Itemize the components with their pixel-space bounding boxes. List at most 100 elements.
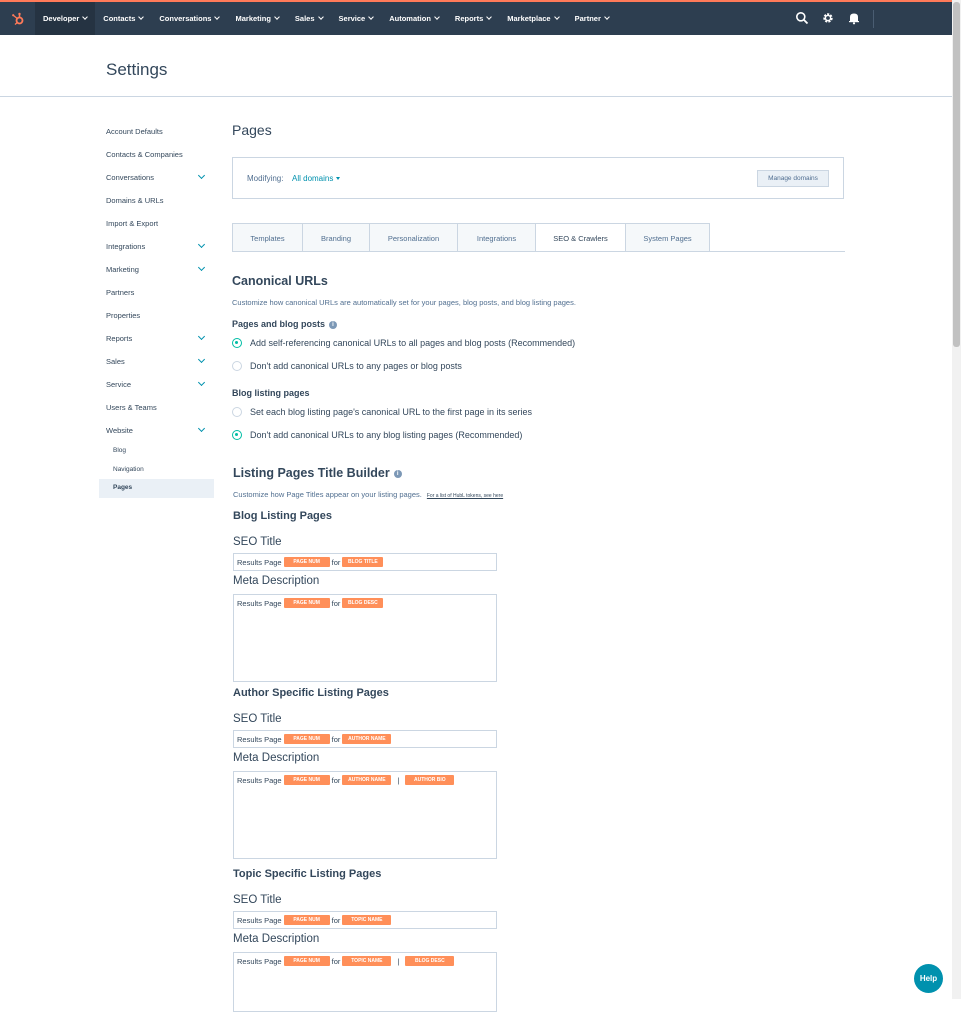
- nav-developer[interactable]: Developer: [35, 2, 96, 35]
- sidebar-item-partners[interactable]: Partners: [99, 281, 214, 304]
- tab-templates[interactable]: Templates: [232, 223, 303, 252]
- bell-icon[interactable]: [847, 11, 861, 25]
- section-title: Pages: [232, 122, 272, 138]
- chevron-down-icon[interactable]: [197, 240, 206, 249]
- sidebar-item-import-export[interactable]: Import & Export: [99, 212, 214, 235]
- token-author-name[interactable]: AUTHOR NAME: [342, 775, 392, 785]
- token-topic-name[interactable]: TOPIC NAME: [342, 915, 392, 925]
- sidebar-item-reports[interactable]: Reports: [99, 327, 214, 350]
- token-page-num[interactable]: PAGE NUM: [283, 956, 330, 966]
- seo-title-label: SEO Title: [233, 894, 282, 906]
- token-line: Results Page PAGE NUM for AUTHOR NAME: [237, 734, 393, 744]
- chevron-down-icon[interactable]: [197, 263, 206, 272]
- page-title: Settings: [106, 60, 168, 79]
- chevron-down-icon: [368, 14, 375, 20]
- tab-seo-crawlers[interactable]: SEO & Crawlers: [536, 223, 626, 252]
- nav-marketing[interactable]: Marketing: [227, 2, 286, 35]
- nav-partner[interactable]: Partner: [567, 2, 617, 35]
- domain-dropdown[interactable]: All domains: [292, 174, 341, 183]
- manage-domains-button[interactable]: Manage domains: [757, 170, 829, 187]
- tab-personalization[interactable]: Personalization: [370, 223, 458, 252]
- topic-listing-heading: Topic Specific Listing Pages: [233, 868, 382, 880]
- radio-listing-no-canonical[interactable]: Don't add canonical URLs to any blog lis…: [232, 430, 522, 440]
- sidebar-item-contacts-companies[interactable]: Contacts & Companies: [99, 143, 214, 166]
- sidebar-item-domains-urls[interactable]: Domains & URLs: [99, 189, 214, 212]
- tab-system-pages[interactable]: System Pages: [626, 223, 710, 252]
- sidebar-item-website[interactable]: Website: [99, 419, 214, 442]
- token-page-num[interactable]: PAGE NUM: [283, 557, 330, 567]
- meta-description-label: Meta Description: [233, 933, 320, 945]
- info-icon[interactable]: i: [329, 320, 338, 329]
- chevron-down-icon[interactable]: [197, 332, 206, 341]
- token-page-num[interactable]: PAGE NUM: [283, 915, 330, 925]
- radio-pages-no-canonical[interactable]: Don't add canonical URLs to any pages or…: [232, 361, 462, 371]
- radio-label: Add self-referencing canonical URLs to a…: [250, 338, 576, 348]
- sidebar-item-service[interactable]: Service: [99, 373, 214, 396]
- radio-unselected-icon[interactable]: [232, 361, 242, 371]
- radio-label: Don't add canonical URLs to any blog lis…: [250, 430, 523, 440]
- token-author-name[interactable]: AUTHOR NAME: [342, 734, 392, 744]
- help-button[interactable]: Help: [914, 964, 943, 993]
- scrollbar-thumb[interactable]: [953, 2, 960, 347]
- token-blog-desc[interactable]: BLOG DESC: [342, 598, 384, 608]
- hubl-tokens-link[interactable]: For a list of HubL tokens, see here: [427, 493, 503, 499]
- search-icon[interactable]: [795, 11, 809, 25]
- chevron-down-icon[interactable]: [197, 378, 206, 387]
- token-page-num[interactable]: PAGE NUM: [283, 775, 330, 785]
- sidebar-item-label: Marketing: [106, 265, 139, 274]
- nav-reports[interactable]: Reports: [447, 2, 499, 35]
- sidebar-item-properties[interactable]: Properties: [99, 304, 214, 327]
- sidebar-item-label: Website: [106, 426, 133, 435]
- author-seo-title-field[interactable]: Results Page PAGE NUM for AUTHOR NAME: [233, 730, 497, 748]
- tab-integrations[interactable]: Integrations: [458, 223, 536, 252]
- top-navigation-bar: Developer Contacts Conversations Marketi…: [0, 0, 952, 35]
- nav-conversations[interactable]: Conversations: [151, 2, 227, 35]
- token-line: Results Page PAGE NUM for TOPIC NAME | B…: [237, 956, 456, 966]
- chevron-down-icon[interactable]: [197, 171, 206, 180]
- nav-marketplace[interactable]: Marketplace: [499, 2, 566, 35]
- sidebar-item-sales[interactable]: Sales: [99, 350, 214, 373]
- token-line: Results Page PAGE NUM for TOPIC NAME: [237, 915, 393, 925]
- token-page-num[interactable]: PAGE NUM: [283, 734, 330, 744]
- title-builder-heading: Listing Pages Title Builder i: [233, 466, 402, 480]
- sidebar-item-conversations[interactable]: Conversations: [99, 166, 214, 189]
- sidebar-item-label: Reports: [106, 334, 133, 343]
- chevron-down-icon[interactable]: [197, 424, 206, 433]
- radio-selected-icon[interactable]: [232, 430, 242, 440]
- chevron-down-icon[interactable]: [197, 355, 206, 364]
- blog-meta-description-field[interactable]: Results Page PAGE NUM for BLOG DESC: [233, 594, 497, 682]
- author-meta-description-field[interactable]: Results Page PAGE NUM for AUTHOR NAME | …: [233, 771, 497, 859]
- nav-sales[interactable]: Sales: [287, 2, 331, 35]
- sidebar-item-label: Users & Teams: [106, 403, 157, 412]
- hubspot-logo-icon[interactable]: [0, 2, 35, 35]
- token-page-num[interactable]: PAGE NUM: [283, 598, 330, 608]
- info-icon[interactable]: i: [393, 469, 402, 478]
- radio-listing-first-page[interactable]: Set each blog listing page's canonical U…: [232, 407, 532, 417]
- sidebar-subitem-blog[interactable]: Blog: [99, 442, 214, 461]
- sidebar-item-account-defaults[interactable]: Account Defaults: [99, 120, 214, 143]
- sidebar-item-integrations[interactable]: Integrations: [99, 235, 214, 258]
- radio-pages-add-canonical[interactable]: Add self-referencing canonical URLs to a…: [232, 338, 575, 348]
- radio-label: Don't add canonical URLs to any pages or…: [250, 361, 462, 371]
- nav-automation[interactable]: Automation: [381, 2, 447, 35]
- nav-contacts[interactable]: Contacts: [95, 2, 151, 35]
- radio-selected-icon[interactable]: [232, 338, 242, 348]
- topic-seo-title-field[interactable]: Results Page PAGE NUM for TOPIC NAME: [233, 911, 497, 929]
- token-topic-name[interactable]: TOPIC NAME: [342, 956, 392, 966]
- nav-label: Automation: [389, 14, 431, 23]
- token-blog-desc[interactable]: BLOG DESC: [405, 956, 455, 966]
- topic-meta-description-field[interactable]: Results Page PAGE NUM for TOPIC NAME | B…: [233, 952, 497, 1012]
- blog-seo-title-field[interactable]: Results Page PAGE NUM for BLOG TITLE: [233, 553, 497, 571]
- tab-branding[interactable]: Branding: [303, 223, 370, 252]
- sidebar-subitem-pages[interactable]: Pages: [99, 479, 214, 498]
- token-blog-title[interactable]: BLOG TITLE: [342, 557, 384, 567]
- nav-service[interactable]: Service: [331, 2, 382, 35]
- token-author-bio[interactable]: AUTHOR BIO: [405, 775, 455, 785]
- radio-unselected-icon[interactable]: [232, 407, 242, 417]
- for-text: for: [331, 956, 341, 966]
- sidebar-subitem-navigation[interactable]: Navigation: [99, 461, 214, 480]
- sidebar-item-users-teams[interactable]: Users & Teams: [99, 396, 214, 419]
- sidebar-item-marketing[interactable]: Marketing: [99, 258, 214, 281]
- gear-icon[interactable]: [821, 11, 835, 25]
- seo-title-label: SEO Title: [233, 713, 282, 725]
